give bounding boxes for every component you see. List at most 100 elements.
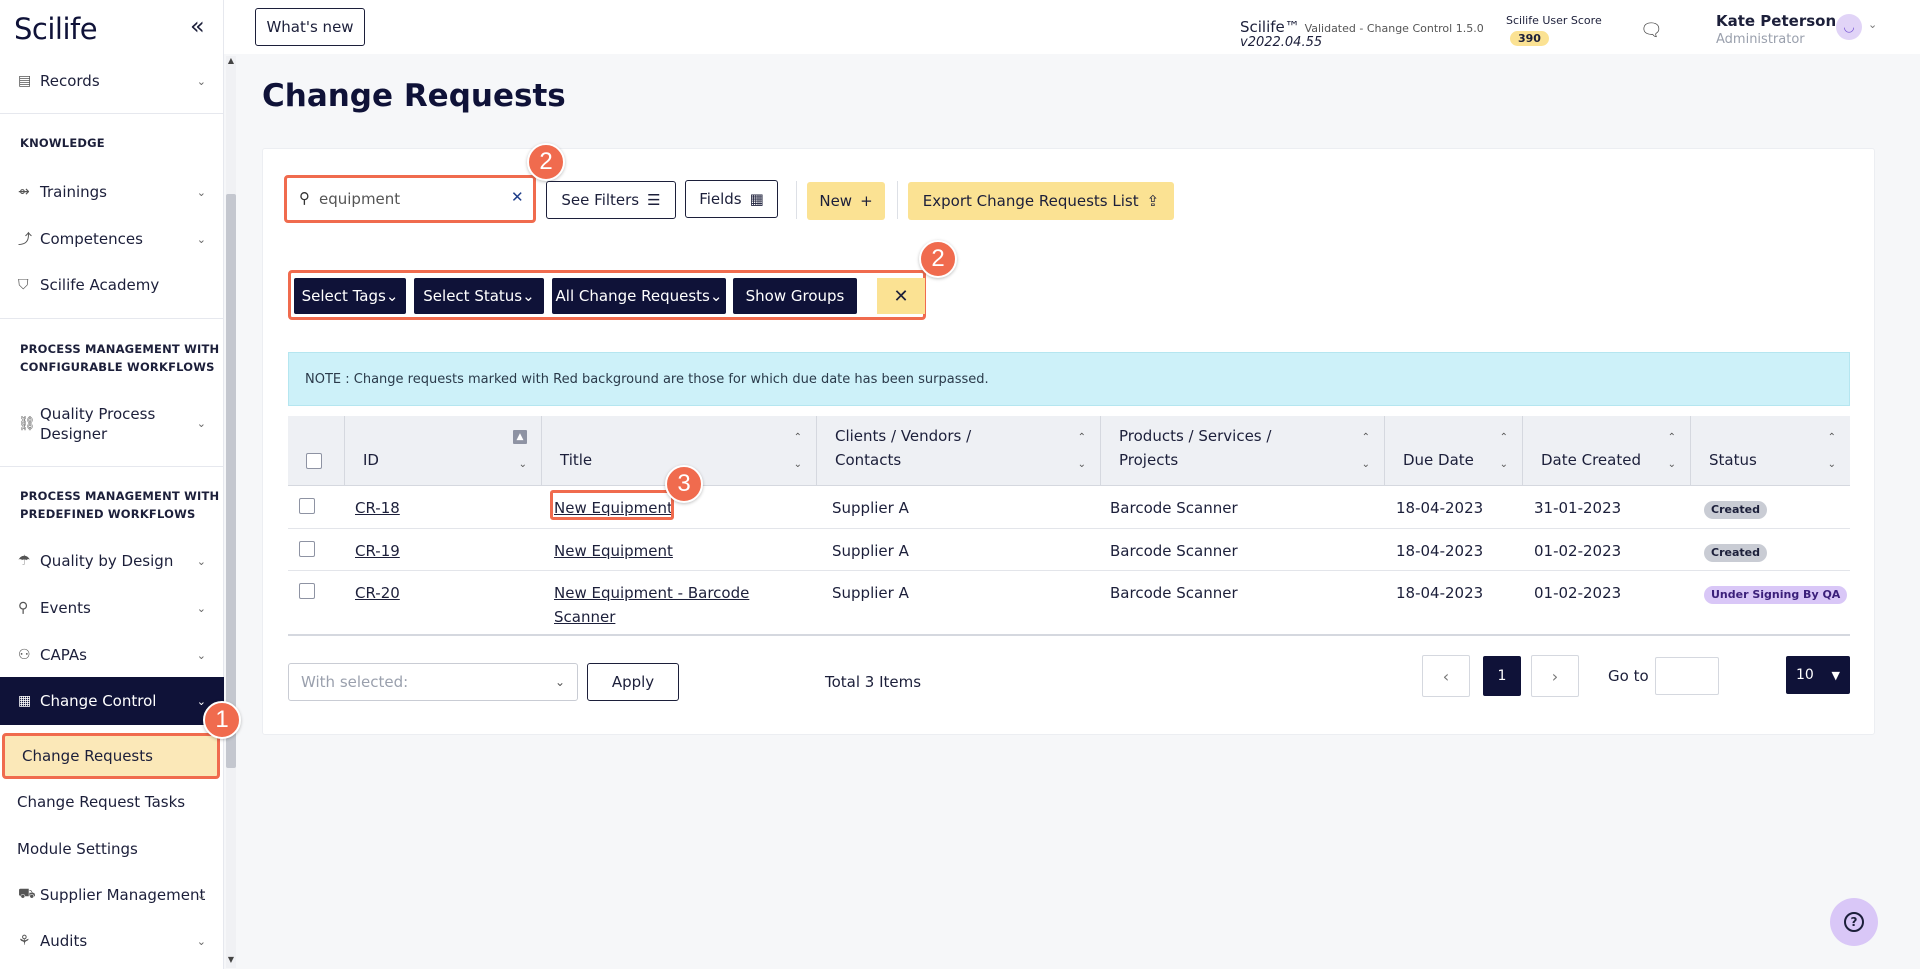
sidebar-subitem-module-settings[interactable]: Module Settings [0,826,224,872]
sidebar-item-quality-process-designer[interactable]: ⛓ Quality Process Designer ⌄ [0,394,224,454]
top-bar [224,0,1920,54]
row-id-link[interactable]: CR-18 [355,496,400,520]
clear-icon[interactable]: ✕ [511,188,524,206]
divider [897,181,898,219]
column-due-date[interactable]: Due Date ⌃ ⌄ [1385,416,1523,486]
sidebar-subitem-change-requests[interactable]: Change Requests [2,733,220,779]
show-groups-button[interactable]: Show Groups [733,278,857,314]
column-date-created[interactable]: Date Created ⌃ ⌄ [1523,416,1691,486]
sort-down-icon[interactable]: ⌄ [519,459,527,470]
column-label: Due Date [1403,451,1474,469]
status-badge: Created [1704,544,1767,562]
search-input[interactable] [293,184,525,214]
goto-label: Go to [1608,667,1649,685]
sort-up-icon[interactable]: ⌃ [1500,432,1508,443]
chevron-down-icon[interactable]: ⌄ [1868,18,1877,31]
row-date-created: 31-01-2023 [1534,499,1622,517]
sidebar-item-label: Audits [40,932,88,950]
row-id-link[interactable]: CR-19 [355,539,400,563]
user-name[interactable]: Kate Peterson [1716,12,1836,30]
sidebar-item-label: Records [40,72,100,90]
audits-icon: ⚘ [18,933,31,949]
divider [0,318,224,319]
title-line[interactable]: New Equipment - Barcode [554,581,749,605]
fields-button[interactable]: Fields ▦ [685,180,778,218]
chevron-down-icon: ⌄ [196,232,206,246]
column-id[interactable]: ID ▲ ⌄ [345,416,542,486]
column-clients[interactable]: Clients / Vendors / Contacts ⌃ ⌄ [817,416,1101,486]
sidebar-item-change-control[interactable]: ▦ Change Control ⌄ [0,677,224,725]
row-status: Under Signing By QA [1704,581,1848,605]
select-all-checkbox[interactable] [306,453,322,469]
column-status[interactable]: Status ⌃ ⌄ [1691,416,1850,486]
row-checkbox[interactable] [299,498,315,514]
sort-up-icon[interactable]: ⌃ [1828,432,1836,443]
sort-down-icon[interactable]: ⌄ [1668,459,1676,470]
sidebar-item-quality-by-design[interactable]: ☂ Quality by Design ⌄ [0,538,224,584]
sidebar-item-records[interactable]: ▤ Records ⌄ [0,58,224,104]
user-score-label: Scilife User Score [1506,14,1602,27]
chevron-left-icon: ‹ [1442,666,1450,686]
label-line: Contacts [835,451,902,469]
version-label: v2022.04.55 [1240,35,1323,50]
scroll-down-arrow-icon[interactable]: ▼ [226,955,236,964]
clear-filters-button[interactable]: ✕ [877,278,925,314]
sidebar-subitem-change-request-tasks[interactable]: Change Request Tasks [0,779,224,825]
bulk-action-select[interactable]: With selected: ⌄ [288,663,578,701]
sort-down-icon[interactable]: ⌄ [794,459,802,470]
page-1-button[interactable]: 1 [1483,656,1521,696]
sidebar-item-events[interactable]: ⚲ Events ⌄ [0,585,224,631]
sidebar-item-academy[interactable]: ⛉ Scilife Academy [0,262,224,308]
sidebar-item-label: Quality by Design [40,552,174,570]
prev-page-button[interactable]: ‹ [1422,655,1470,697]
goto-page-input[interactable] [1655,657,1719,695]
sort-up-icon[interactable]: ⌃ [1668,432,1676,443]
row-id-link[interactable]: CR-20 [355,581,400,605]
callout-badge-1: 1 [203,701,241,739]
table-row[interactable]: CR-18 New Equipment Supplier A Barcode S… [288,486,1850,529]
next-page-button[interactable]: › [1531,655,1579,697]
sort-up-icon[interactable]: ⌃ [794,432,802,443]
row-title-link[interactable]: New Equipment - Barcode Scanner [554,581,749,629]
column-products[interactable]: Products / Services / Projects ⌃ ⌄ [1101,416,1385,486]
sidebar-scrollbar-thumb[interactable] [226,194,236,768]
see-filters-button[interactable]: See Filters ☰ [546,181,676,219]
sidebar-item-audits[interactable]: ⚘ Audits ⌄ [0,918,224,964]
new-button[interactable]: New + [807,182,885,220]
scroll-up-arrow-icon[interactable]: ▲ [226,56,236,65]
sort-down-icon[interactable]: ⌄ [1500,459,1508,470]
select-tags-button[interactable]: Select Tags ⌄ [294,278,406,314]
row-checkbox[interactable] [299,583,315,599]
title-line[interactable]: Scanner [554,605,749,629]
row-checkbox[interactable] [299,541,315,557]
scilife-logo[interactable]: Scilife [14,12,98,46]
sort-down-icon[interactable]: ⌄ [1078,459,1086,470]
sidebar-item-supplier-management[interactable]: ⛟ Supplier Management ⌄ [0,872,224,918]
label-line: Products / Services / [1119,427,1272,445]
export-button[interactable]: Export Change Requests List ⇪ [908,182,1174,220]
table-row[interactable]: CR-20 New Equipment - Barcode Scanner Su… [288,571,1850,636]
sort-up-icon[interactable]: ▲ [513,430,527,444]
section-header-line: PROCESS MANAGEMENT WITH [20,342,220,356]
sort-up-icon[interactable]: ⌃ [1362,432,1370,443]
select-status-button[interactable]: Select Status ⌄ [414,278,544,314]
double-chevron-left-icon[interactable]: « [190,14,205,38]
sort-up-icon[interactable]: ⌃ [1078,432,1086,443]
sort-down-icon[interactable]: ⌄ [1362,459,1370,470]
sidebar-item-capas[interactable]: ⚇ CAPAs ⌄ [0,632,224,678]
table-row[interactable]: CR-19 New Equipment Supplier A Barcode S… [288,529,1850,571]
apply-button[interactable]: Apply [587,663,679,701]
title-link-highlight [550,490,674,520]
all-change-requests-button[interactable]: All Change Requests ⌄ [552,278,726,314]
page-size-select[interactable]: 10 ▼ [1786,656,1850,694]
sidebar-item-trainings[interactable]: ⇴ Trainings ⌄ [0,169,224,215]
callout-badge-2: 2 [527,143,565,181]
sort-down-icon[interactable]: ⌄ [1828,459,1836,470]
whats-new-button[interactable]: What's new [255,8,365,46]
help-button[interactable]: ? [1830,898,1878,946]
sidebar-item-competences[interactable]: ⤴ Competences ⌄ [0,216,224,262]
row-title-link[interactable]: New Equipment [554,539,673,563]
filter-icon: ☰ [647,191,661,209]
chat-icon[interactable]: 🗨 [1640,20,1663,41]
avatar[interactable]: ◡ [1836,14,1862,40]
